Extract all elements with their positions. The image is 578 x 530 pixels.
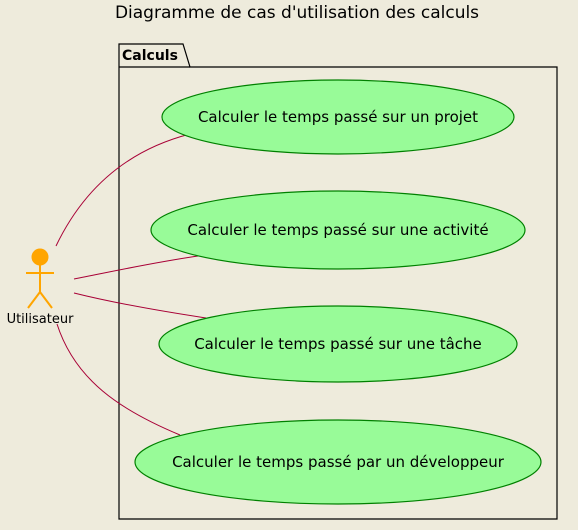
usecase-label: Calculer le temps passé sur une activité	[187, 221, 488, 239]
usecase-projet: Calculer le temps passé sur un projet	[161, 79, 515, 155]
actor-stick-figure-icon	[26, 248, 54, 309]
use-case-diagram: Diagramme de cas d'utilisation des calcu…	[7, 3, 558, 520]
usecase-tache: Calculer le temps passé sur une tâche	[158, 305, 518, 383]
usecase-label: Calculer le temps passé sur une tâche	[194, 335, 482, 353]
actor-label: Utilisateur	[7, 312, 75, 327]
diagram-title: Diagramme de cas d'utilisation des calcu…	[115, 3, 479, 23]
usecase-developpeur: Calculer le temps passé par un développe…	[134, 419, 542, 505]
association-activite	[73, 255, 199, 280]
association-tache	[73, 292, 207, 319]
actor-utilisateur: Utilisateur	[7, 248, 75, 327]
usecase-label: Calculer le temps passé sur un projet	[198, 108, 478, 126]
usecase-label: Calculer le temps passé par un développe…	[172, 453, 505, 471]
associations	[55, 133, 207, 436]
package-label: Calculs	[122, 48, 178, 64]
usecase-activite: Calculer le temps passé sur une activité	[150, 190, 526, 270]
